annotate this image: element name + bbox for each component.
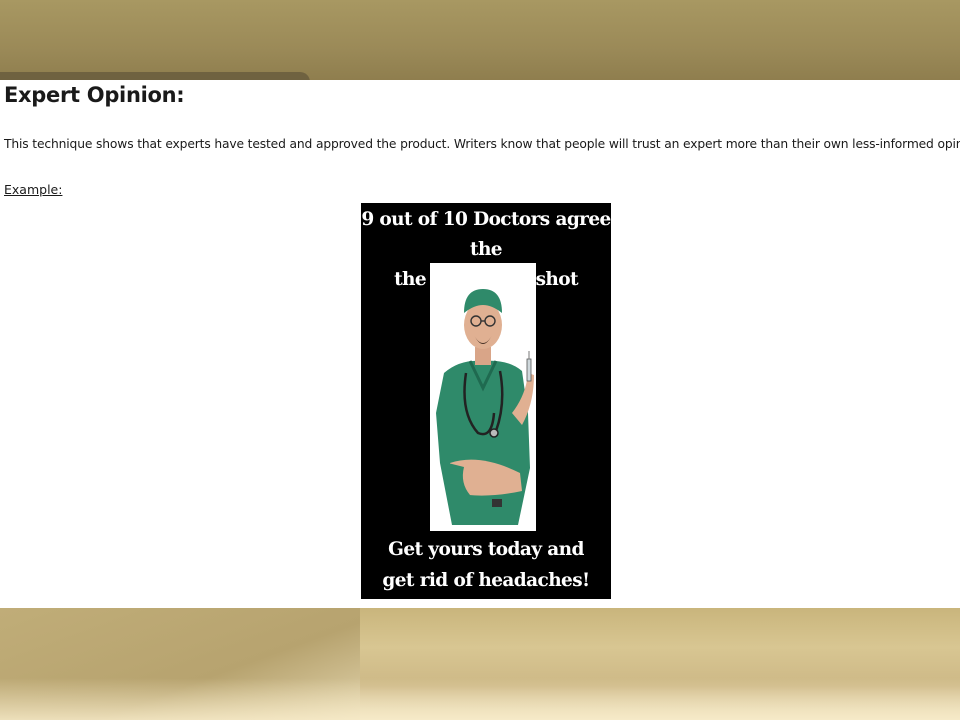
slide-content: Expert Opinion: This technique shows tha… bbox=[0, 80, 960, 608]
doctor-illustration bbox=[436, 289, 534, 525]
footer-band bbox=[0, 608, 960, 720]
ad-tagline: Get yours today and get rid of headaches… bbox=[361, 534, 611, 596]
footer-highlight bbox=[0, 678, 960, 720]
ad-headline-line1: 9 out of 10 Doctors agree the bbox=[361, 209, 611, 260]
advertisement-image: 9 out of 10 Doctors agree the the Headac… bbox=[361, 203, 611, 599]
example-label: Example: bbox=[4, 182, 63, 197]
slide-title: Expert Opinion: bbox=[4, 83, 185, 107]
ad-tagline-line2: get rid of headaches! bbox=[382, 570, 590, 591]
header-band bbox=[0, 0, 960, 82]
ad-tagline-line1: Get yours today and bbox=[388, 539, 584, 560]
doctor-photo bbox=[430, 263, 536, 531]
slide-description: This technique shows that experts have t… bbox=[4, 137, 960, 151]
